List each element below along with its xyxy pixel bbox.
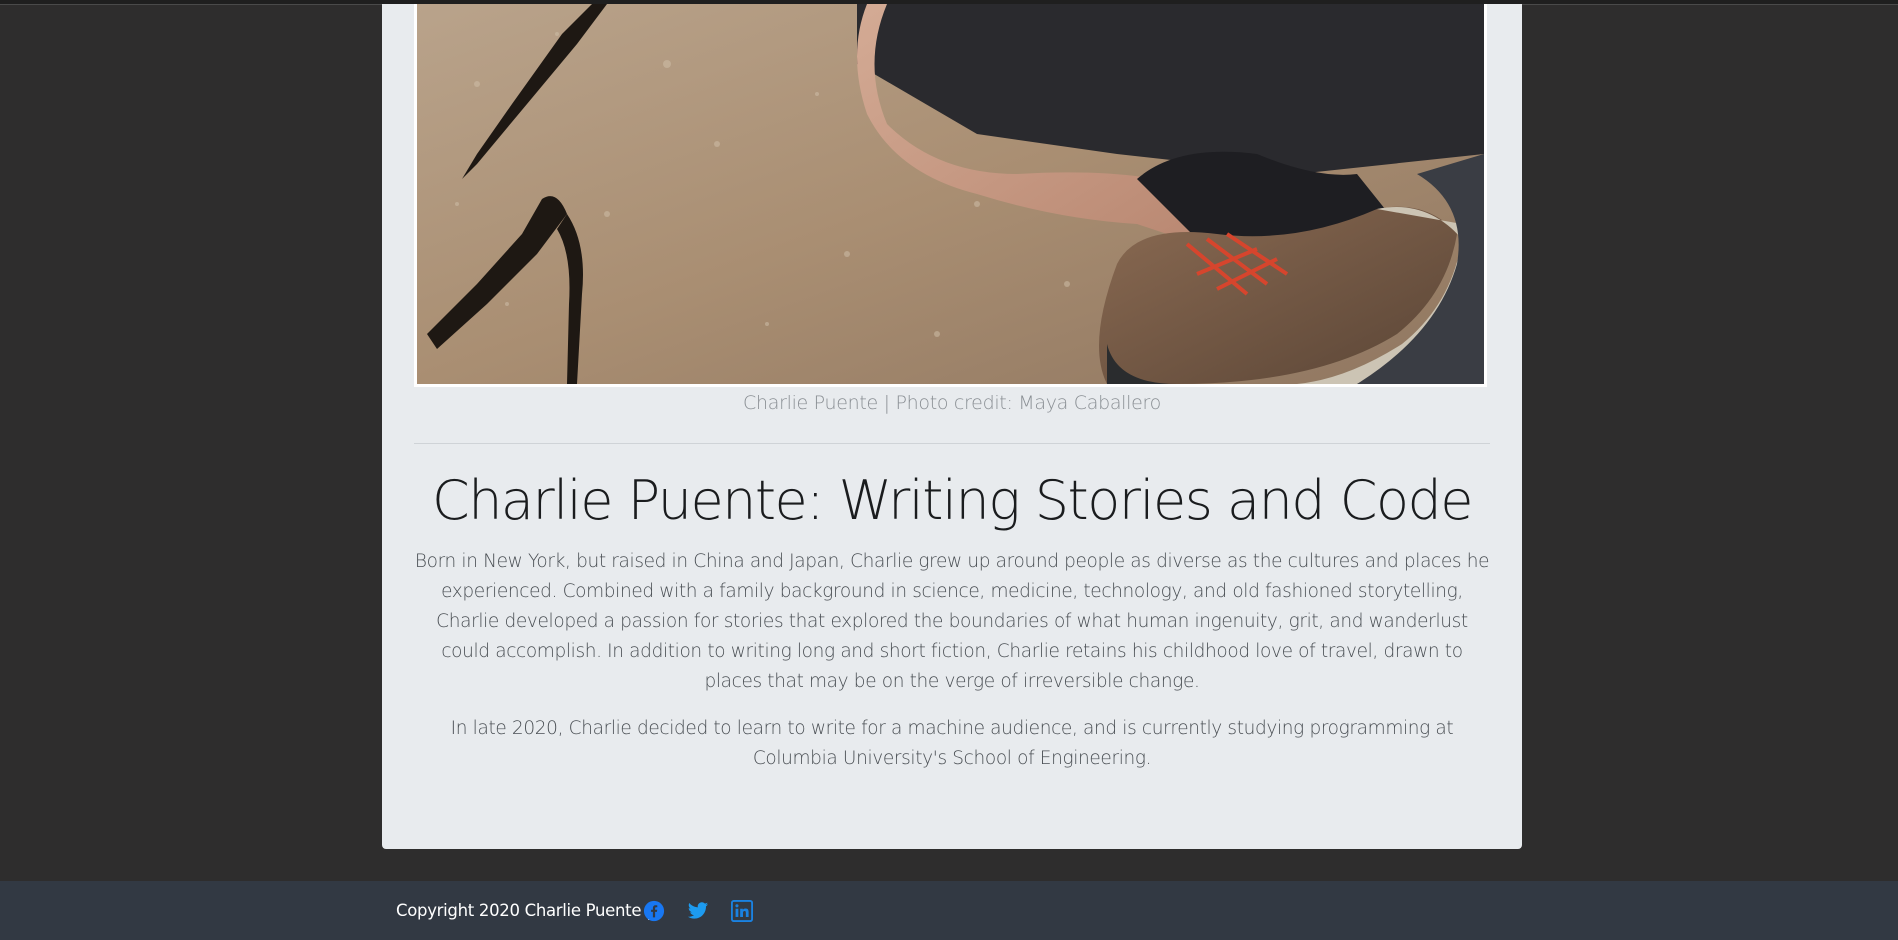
facebook-icon[interactable] bbox=[643, 900, 665, 922]
profile-photo bbox=[417, 4, 1484, 384]
bio-paragraph: Born in New York, but raised in China an… bbox=[414, 551, 1490, 692]
bio-paragraph: In late 2020, Charlie decided to learn t… bbox=[450, 718, 1454, 769]
linkedin-icon[interactable] bbox=[731, 900, 753, 922]
divider bbox=[414, 443, 1490, 444]
photo-caption: Charlie Puente | Photo credit: Maya Caba… bbox=[743, 392, 1161, 414]
profile-card: Charlie Puente | Photo credit: Maya Caba… bbox=[382, 4, 1522, 849]
copyright-text: Copyright 2020 Charlie Puente | bbox=[396, 901, 652, 920]
twitter-icon[interactable] bbox=[687, 900, 709, 922]
site-footer: Copyright 2020 Charlie Puente | bbox=[0, 881, 1898, 940]
page-title: Charlie Puente: Writing Stories and Code bbox=[431, 469, 1474, 532]
photo-frame bbox=[414, 4, 1487, 387]
